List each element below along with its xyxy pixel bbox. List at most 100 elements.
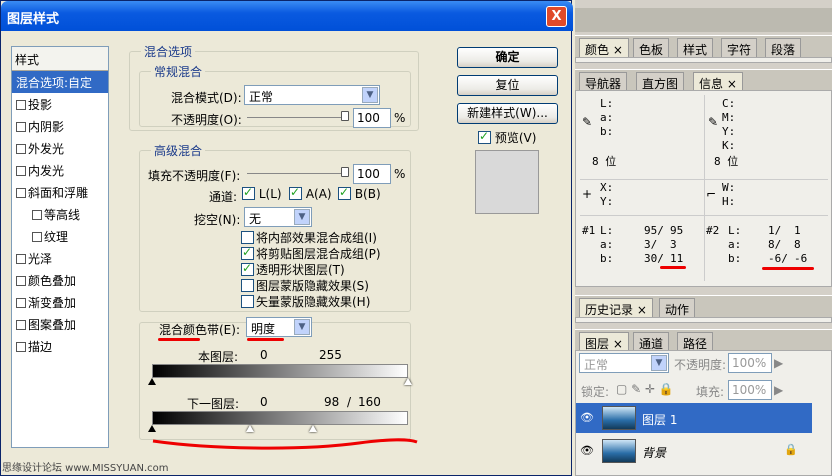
- layer-blend-mode-select[interactable]: 正常 ▼: [579, 353, 669, 373]
- checkbox-icon[interactable]: [32, 210, 42, 220]
- color-panel-tabs: 颜色 × 色板 样式 字符 段落: [575, 35, 832, 57]
- checkbox-icon[interactable]: [16, 100, 26, 110]
- panel-tab[interactable]: 直方图: [636, 72, 685, 91]
- red-underline-mark: [247, 338, 284, 341]
- advanced-option-check[interactable]: 图层蒙版隐藏效果(S): [241, 277, 369, 294]
- fill-arrow-icon[interactable]: ▶: [774, 383, 783, 397]
- this-layer-black-knob[interactable]: [148, 378, 156, 385]
- panel-tab[interactable]: 字符: [721, 38, 758, 57]
- style-list-item[interactable]: 内阴影: [12, 115, 108, 137]
- this-layer-white-knob[interactable]: [404, 378, 412, 385]
- checkbox-icon[interactable]: [16, 298, 26, 308]
- reset-button[interactable]: 复位: [457, 75, 558, 96]
- knockout-select[interactable]: 无 ▼: [244, 207, 312, 227]
- style-list-item[interactable]: 斜面和浮雕: [12, 181, 108, 203]
- red-underline-mark: [660, 266, 686, 269]
- style-list-item[interactable]: 外发光: [12, 137, 108, 159]
- close-icon[interactable]: ×: [633, 303, 647, 317]
- style-list-item[interactable]: 光泽: [12, 247, 108, 269]
- close-button[interactable]: X: [546, 6, 567, 27]
- panel-tab[interactable]: 色板: [633, 38, 670, 57]
- eyedropper-icon: ✎: [708, 115, 719, 129]
- panel-tab[interactable]: 颜色 ×: [579, 38, 629, 57]
- fill-slider-track[interactable]: [247, 173, 347, 174]
- eye-icon[interactable]: 👁: [580, 444, 594, 458]
- layer-row[interactable]: 👁 图层 1: [576, 403, 812, 433]
- this-layer-gradient: [152, 364, 408, 378]
- info-cmyk-label: C:: [722, 97, 736, 110]
- panel-tab[interactable]: 路径: [677, 332, 714, 351]
- style-list-item[interactable]: 纹理: [12, 225, 108, 247]
- blend-if-value: 明度: [251, 322, 276, 336]
- panel-tab[interactable]: 样式: [677, 38, 714, 57]
- dialog-title: 图层样式: [7, 12, 60, 27]
- style-list-item[interactable]: 等高线: [12, 203, 108, 225]
- panel-tab[interactable]: 图层 ×: [579, 332, 629, 351]
- sampler-1-value: 11: [670, 252, 684, 265]
- fill-opacity-label: 填充不透明度(F):: [148, 169, 241, 183]
- info-lab-label: a:: [600, 111, 614, 124]
- style-list-item[interactable]: 内发光: [12, 159, 108, 181]
- checkbox-icon[interactable]: [16, 276, 26, 286]
- checkbox-icon[interactable]: [16, 144, 26, 154]
- style-list-item[interactable]: 混合选项:自定: [12, 71, 108, 93]
- checkbox-icon[interactable]: [16, 166, 26, 176]
- opacity-arrow-icon[interactable]: ▶: [774, 356, 783, 370]
- layer-opacity-input[interactable]: 100%: [728, 353, 772, 373]
- under-layer-label: 下一图层:: [187, 397, 240, 411]
- panel-tab[interactable]: 信息 ×: [693, 72, 743, 91]
- checkbox-icon[interactable]: [16, 320, 26, 330]
- under-layer-black-knob[interactable]: [148, 425, 156, 432]
- style-list-item-label: 内阴影: [28, 120, 65, 134]
- layer-fill-input[interactable]: 100%: [728, 380, 772, 400]
- eye-icon[interactable]: 👁: [580, 411, 594, 425]
- style-list-item[interactable]: 颜色叠加: [12, 269, 108, 291]
- new-style-button[interactable]: 新建样式(W)...: [457, 103, 558, 124]
- advanced-option-check[interactable]: 将内部效果混合成组(I): [241, 229, 377, 246]
- advanced-option-check[interactable]: 透明形状图层(T): [241, 261, 345, 278]
- checkbox-icon[interactable]: [16, 188, 26, 198]
- sampler-1-value: 30/: [644, 252, 664, 265]
- preview-check[interactable]: 预览(V): [478, 129, 536, 146]
- channel-a-check[interactable]: A(A): [289, 185, 332, 201]
- panel-tab-label: 通道: [639, 337, 664, 351]
- style-list-item[interactable]: 投影: [12, 93, 108, 115]
- panel-tab[interactable]: 导航器: [579, 72, 628, 91]
- dialog-titlebar[interactable]: 图层样式 X: [1, 1, 573, 31]
- style-list-item[interactable]: 图案叠加: [12, 313, 108, 335]
- ok-button[interactable]: 确定: [457, 47, 558, 68]
- chevron-down-icon: ▼: [294, 319, 310, 335]
- under-layer-low: 0: [260, 395, 268, 409]
- opacity-slider-track[interactable]: [247, 117, 347, 118]
- blend-if-select[interactable]: 明度 ▼: [246, 317, 312, 337]
- close-icon[interactable]: ×: [723, 77, 737, 91]
- advanced-option-check[interactable]: 将剪贴图层混合成组(P): [241, 245, 381, 262]
- opacity-input[interactable]: 100: [353, 108, 391, 128]
- checkbox-icon[interactable]: [16, 254, 26, 264]
- checkbox-icon[interactable]: [32, 232, 42, 242]
- advanced-option-check[interactable]: 矢量蒙版隐藏效果(H): [241, 293, 370, 310]
- panel-tab[interactable]: 通道: [633, 332, 670, 351]
- close-icon[interactable]: ×: [609, 337, 623, 351]
- channel-b-check[interactable]: B(B): [338, 185, 381, 201]
- panel-tab[interactable]: 段落: [765, 38, 802, 57]
- fill-slider-knob[interactable]: [341, 167, 349, 177]
- advanced-option-label: 矢量蒙版隐藏效果(H): [256, 295, 371, 309]
- lock-icons[interactable]: ▢ ✎ ✛ 🔒: [616, 382, 674, 396]
- blend-mode-select[interactable]: 正常 ▼: [244, 85, 380, 105]
- style-list-item-label: 描边: [28, 340, 53, 354]
- style-list-item[interactable]: 渐变叠加: [12, 291, 108, 313]
- under-layer-split-knob[interactable]: [308, 425, 317, 432]
- layer-row[interactable]: 👁 背景 🔒: [576, 436, 812, 466]
- panel-tab[interactable]: 历史记录 ×: [579, 298, 653, 317]
- channel-l-check[interactable]: L(L): [242, 185, 282, 201]
- opacity-slider-knob[interactable]: [341, 111, 349, 121]
- style-list-item[interactable]: 描边: [12, 335, 108, 357]
- checkbox-icon[interactable]: [16, 122, 26, 132]
- panel-tab-label: 段落: [771, 43, 796, 57]
- under-layer-split-knob[interactable]: [246, 425, 255, 432]
- close-icon[interactable]: ×: [609, 43, 623, 57]
- checkbox-icon[interactable]: [16, 342, 26, 352]
- fill-opacity-input[interactable]: 100: [353, 164, 391, 184]
- panel-tab[interactable]: 动作: [659, 298, 696, 317]
